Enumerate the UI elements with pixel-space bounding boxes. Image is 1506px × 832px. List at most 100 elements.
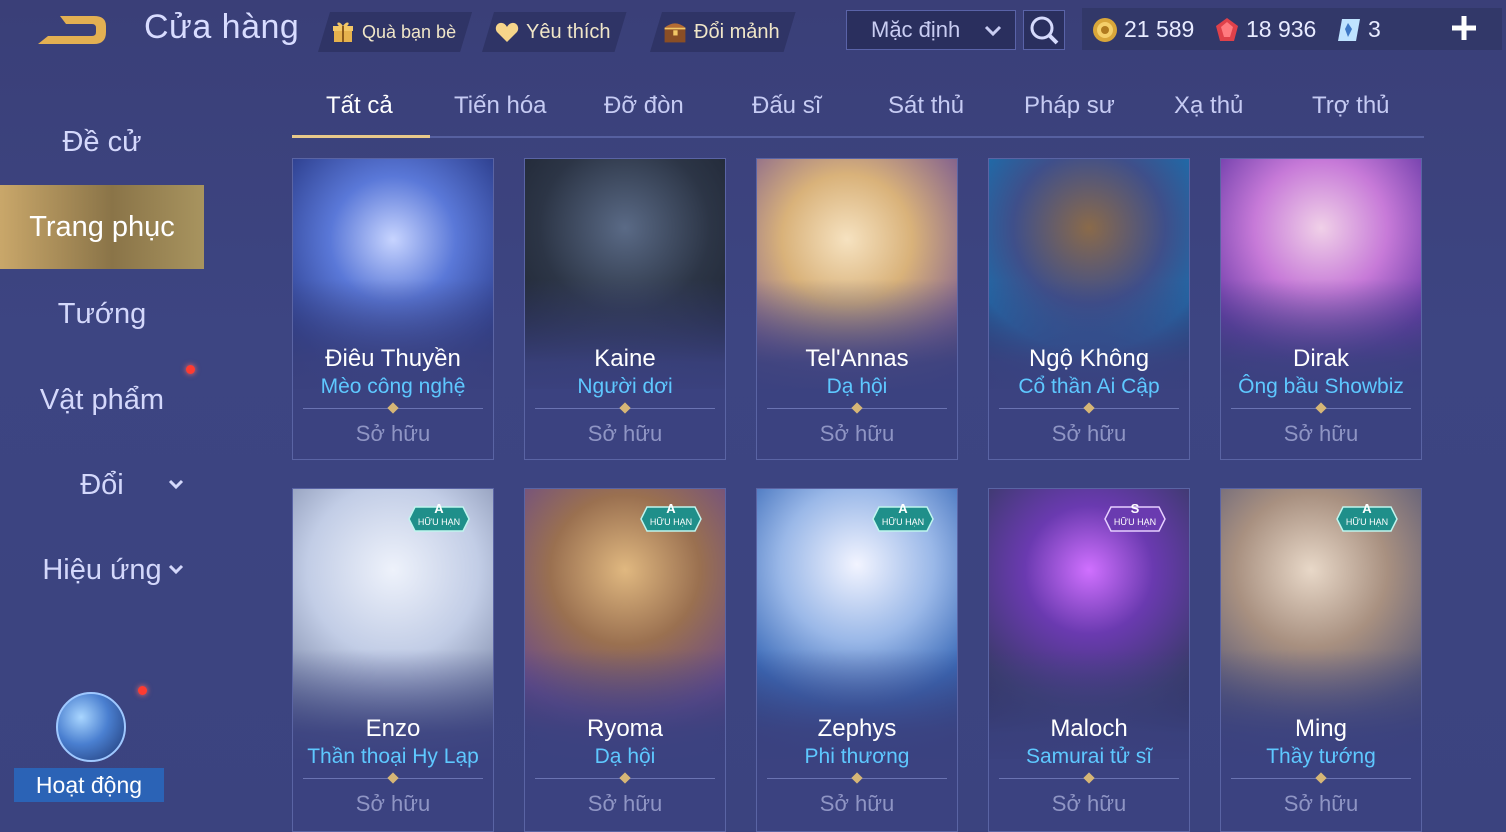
card-divider <box>1231 402 1411 414</box>
exchange-fragments-label: Đổi mảnh <box>694 20 780 43</box>
card-divider <box>535 772 715 784</box>
activity-label: Hoạt động <box>14 768 164 802</box>
gold-coin-icon <box>1093 17 1117 42</box>
sidebar-item-items[interactable]: Vật phẩm <box>0 370 204 430</box>
owned-status: Sở hữu <box>355 421 431 446</box>
hero-name: Zephys <box>817 715 897 742</box>
skin-card[interactable]: S HỮU HẠN Maloch Samurai tử sĩ Sở hữu <box>988 488 1190 832</box>
skin-name: Người dơi <box>577 375 673 398</box>
search-icon <box>1030 16 1059 45</box>
skin-card[interactable]: A HỮU HẠN Ming Thầy tướng Sở hữu <box>1220 488 1422 832</box>
skin-name: Samurai tử sĩ <box>1025 745 1153 768</box>
owned-status: Sở hữu <box>819 421 895 446</box>
skin-card[interactable]: A HỮU HẠN Enzo Thần thoại Hy Lạp Sở hữu <box>292 488 494 832</box>
skin-name: Thầy tướng <box>1266 745 1376 768</box>
diamond-card-icon <box>1338 18 1360 41</box>
chevron-down-icon <box>168 479 184 490</box>
tab-mage[interactable]: Pháp sư <box>1024 92 1115 120</box>
heart-icon <box>494 19 520 45</box>
card-divider <box>999 772 1179 784</box>
gem-balance: 3 <box>1336 16 1381 43</box>
tab-assassin[interactable]: Sát thủ <box>888 92 964 120</box>
back-button[interactable] <box>34 10 110 50</box>
skin-name: Phi thương <box>804 745 910 768</box>
friend-gift-button[interactable]: Quà bạn bè <box>318 12 472 52</box>
gold-balance: 21 589 <box>1092 16 1194 43</box>
hero-name: Ryoma <box>586 715 664 742</box>
chest-icon <box>662 19 688 45</box>
chevron-down-icon <box>168 564 184 575</box>
badge-text: HỮU HẠN <box>881 517 925 527</box>
card-divider <box>999 402 1179 414</box>
chevron-down-icon <box>984 25 1002 37</box>
friend-gift-label: Quà bạn bè <box>362 21 457 42</box>
hero-name: Maloch <box>1050 715 1128 742</box>
card-divider <box>535 402 715 414</box>
active-tab-indicator <box>292 135 430 138</box>
card-divider <box>1231 772 1411 784</box>
sidebar-item-label: Đề cử <box>62 125 142 158</box>
tab-fighter[interactable]: Đấu sĩ <box>752 92 821 120</box>
sidebar-item-label: Trang phục <box>29 210 175 243</box>
owned-status: Sở hữu <box>1283 791 1359 816</box>
sidebar-item-skins[interactable]: Trang phục <box>0 185 204 269</box>
activity-button[interactable]: Hoạt động <box>14 692 164 812</box>
sidebar-item-label: Tướng <box>57 297 147 330</box>
skin-name: Dạ hội <box>826 375 888 398</box>
currency-bar: 21 589 18 936 3 <box>1082 8 1502 50</box>
tab-all[interactable]: Tất cả <box>326 92 393 120</box>
skin-card[interactable]: Dirak Ông bầu Showbiz Sở hữu <box>1220 158 1422 460</box>
skin-name: Thần thoại Hy Lạp <box>307 745 479 768</box>
owned-status: Sở hữu <box>587 791 663 816</box>
tab-support[interactable]: Trợ thủ <box>1312 92 1390 120</box>
tab-tank[interactable]: Đỡ đòn <box>604 92 684 120</box>
hero-name: Dirak <box>1292 345 1349 372</box>
limited-badge: A HỮU HẠN <box>871 501 935 533</box>
sort-dropdown[interactable]: Mặc định <box>846 10 1016 50</box>
owned-status: Sở hữu <box>587 421 663 446</box>
sidebar-item-label: Đổi <box>80 468 124 501</box>
sidebar-item-heroes[interactable]: Tướng <box>0 284 204 344</box>
skin-card[interactable]: Tel'Annas Dạ hội Sở hữu <box>756 158 958 460</box>
card-divider <box>767 402 947 414</box>
sidebar-item-recommended[interactable]: Đề cử <box>0 112 204 172</box>
add-currency-button[interactable] <box>1446 10 1482 46</box>
favorite-button[interactable]: Yêu thích <box>482 12 627 52</box>
back-arrow-icon <box>38 16 106 44</box>
activity-orb-icon <box>56 692 126 762</box>
card-divider <box>303 402 483 414</box>
skin-name: Ông bầu Showbiz <box>1238 375 1404 398</box>
skin-card[interactable]: Điêu Thuyền Mèo công nghệ Sở hữu <box>292 158 494 460</box>
owned-status: Sở hữu <box>1283 421 1359 446</box>
badge-grade: A <box>1362 501 1372 516</box>
skin-card[interactable]: A HỮU HẠN Zephys Phi thương Sở hữu <box>756 488 958 832</box>
badge-text: HỮU HẠN <box>649 517 693 527</box>
sidebar-item-exchange[interactable]: Đổi <box>0 455 204 515</box>
hero-name: Ngộ Không <box>1028 345 1150 372</box>
badge-text: HỮU HẠN <box>417 517 461 527</box>
limited-badge: A HỮU HẠN <box>639 501 703 533</box>
voucher-amount: 18 936 <box>1246 16 1317 42</box>
search-button[interactable] <box>1023 10 1065 50</box>
favorite-label: Yêu thích <box>526 20 611 43</box>
gem-amount: 3 <box>1368 16 1381 42</box>
exchange-fragments-button[interactable]: Đổi mảnh <box>650 12 796 52</box>
limited-badge: A HỮU HẠN <box>407 501 471 533</box>
skin-card[interactable]: Ngộ Không Cổ thần Ai Cập Sở hữu <box>988 158 1190 460</box>
skin-card[interactable]: A HỮU HẠN Ryoma Dạ hội Sở hữu <box>524 488 726 832</box>
skin-card[interactable]: Kaine Người dơi Sở hữu <box>524 158 726 460</box>
hero-name: Điêu Thuyền <box>325 345 461 372</box>
top-bar: Cửa hàng Quà bạn bè Yêu thích Đổi mảnh M… <box>0 0 1506 62</box>
owned-status: Sở hữu <box>1051 421 1127 446</box>
badge-grade: A <box>434 501 444 516</box>
page-title: Cửa hàng <box>144 8 300 46</box>
skin-name: Cổ thần Ai Cập <box>1018 375 1160 398</box>
card-divider <box>303 772 483 784</box>
sidebar-item-effects[interactable]: Hiệu ứng <box>0 540 204 600</box>
tab-evolution[interactable]: Tiến hóa <box>454 92 547 120</box>
badge-grade: A <box>898 501 908 516</box>
owned-status: Sở hữu <box>355 791 431 816</box>
voucher-gem-icon <box>1216 17 1238 41</box>
gift-icon <box>330 19 356 45</box>
tab-marksman[interactable]: Xạ thủ <box>1174 92 1243 120</box>
